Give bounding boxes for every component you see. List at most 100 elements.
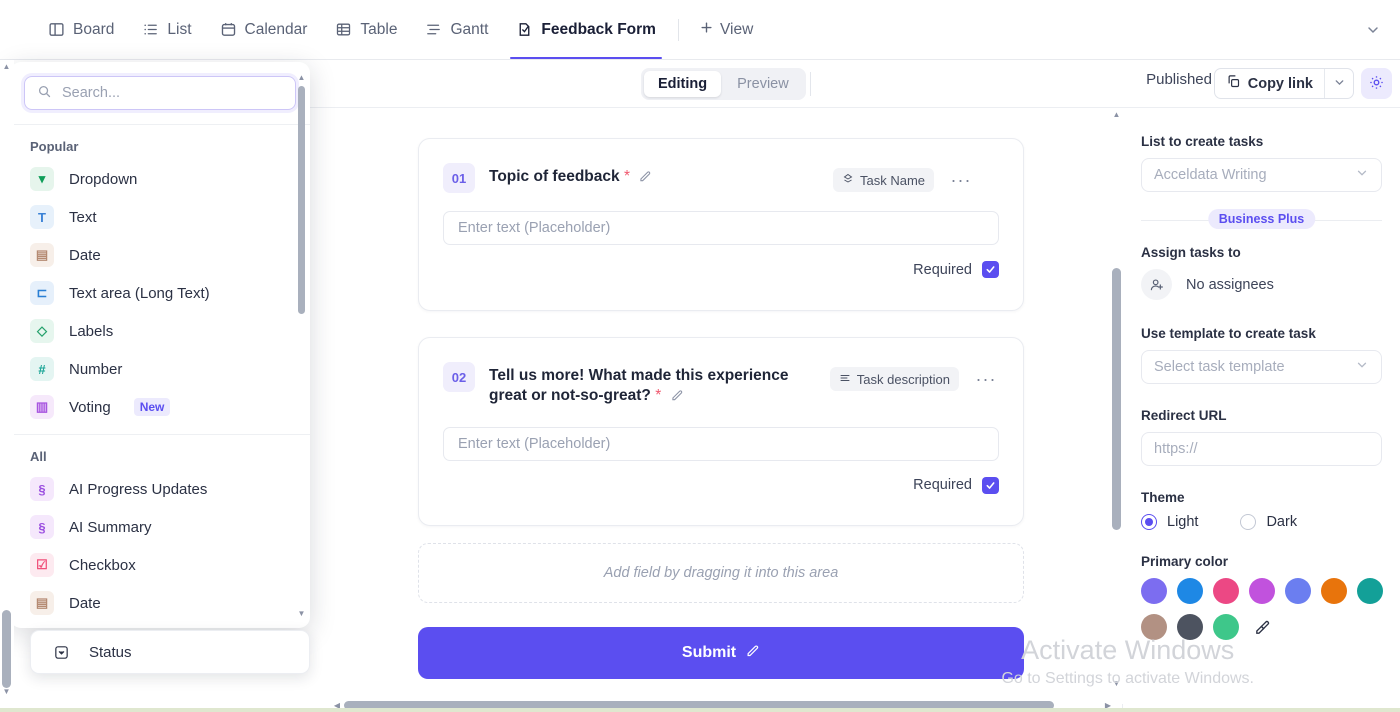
- redirect-url-input[interactable]: https://: [1141, 432, 1382, 466]
- view-tab-board[interactable]: Board: [34, 0, 128, 59]
- field-type-item[interactable]: §AI Summary: [10, 508, 310, 546]
- color-swatch[interactable]: [1213, 614, 1239, 640]
- view-tab-feedback-form[interactable]: Feedback Form: [502, 0, 670, 59]
- required-label: Required: [913, 262, 972, 278]
- view-tab-calendar[interactable]: Calendar: [206, 0, 322, 59]
- required-row: Required: [419, 461, 1023, 494]
- copy-link-label: Copy link: [1248, 76, 1313, 92]
- copy-link-dropdown-button[interactable]: [1325, 69, 1353, 98]
- field-type-label: Checkbox: [69, 557, 136, 574]
- field-type-list: Popular▾DropdownTText▤Date⊏Text area (Lo…: [10, 125, 310, 622]
- list-to-create-tasks-select[interactable]: Acceldata Writing: [1141, 158, 1382, 192]
- scroll-up-arrow-icon[interactable]: ▲: [297, 72, 306, 82]
- color-swatch[interactable]: [1285, 578, 1311, 604]
- form-canvas: 01 Topic of feedback * Task Name ···: [330, 108, 1115, 686]
- field-type-label: AI Progress Updates: [69, 481, 207, 498]
- color-swatch[interactable]: [1249, 578, 1275, 604]
- more-options-icon[interactable]: ···: [973, 366, 999, 392]
- field-type-item[interactable]: ☑Checkbox: [10, 546, 310, 584]
- field-dropzone[interactable]: Add field by dragging it into this area: [418, 543, 1024, 603]
- color-swatch[interactable]: [1177, 614, 1203, 640]
- number-icon: #: [30, 357, 54, 381]
- dragging-field-label: Status: [89, 644, 132, 661]
- color-swatch[interactable]: [1177, 578, 1203, 604]
- eyedropper-icon[interactable]: [1249, 614, 1275, 640]
- pencil-icon[interactable]: [638, 169, 652, 189]
- list-to-create-tasks-label: List to create tasks: [1141, 134, 1382, 149]
- color-swatch[interactable]: [1321, 578, 1347, 604]
- scroll-down-arrow-icon[interactable]: ▼: [297, 608, 306, 618]
- color-swatch[interactable]: [1213, 578, 1239, 604]
- labels-icon: ◇: [30, 319, 54, 343]
- field-picker-scrollbar[interactable]: ▲ ▼: [297, 72, 306, 618]
- required-label: Required: [913, 477, 972, 493]
- color-swatch[interactable]: [1141, 578, 1167, 604]
- copy-icon: [1226, 74, 1241, 93]
- field-type-label: Text area (Long Text): [69, 285, 210, 302]
- scrollbar-thumb[interactable]: [298, 86, 305, 314]
- dragging-field-card[interactable]: Status: [30, 630, 310, 674]
- field-type-item[interactable]: ▤Date: [10, 584, 310, 622]
- tab-preview[interactable]: Preview: [723, 71, 803, 97]
- required-checkbox[interactable]: [982, 261, 999, 278]
- view-tab-label: List: [167, 21, 191, 39]
- more-options-icon[interactable]: ···: [948, 167, 974, 193]
- collapse-toolbar-button[interactable]: [1360, 18, 1386, 44]
- view-tab-list[interactable]: List: [128, 0, 205, 59]
- view-tab-table[interactable]: Table: [321, 0, 411, 59]
- color-swatch[interactable]: [1141, 614, 1167, 640]
- field-mapping-chip[interactable]: Task description: [830, 367, 959, 391]
- text-icon: T: [30, 205, 54, 229]
- scrollbar-thumb[interactable]: [2, 610, 11, 688]
- form-field-card[interactable]: 01 Topic of feedback * Task Name ···: [418, 138, 1024, 311]
- scrollbar-thumb[interactable]: [1112, 268, 1121, 530]
- field-type-item[interactable]: ▤Date: [10, 236, 310, 274]
- radio-light-icon[interactable]: [1141, 514, 1157, 530]
- field-input-preview[interactable]: Enter text (Placeholder): [443, 427, 999, 461]
- assignee-row[interactable]: No assignees: [1141, 269, 1382, 300]
- search-input[interactable]: Search...: [24, 76, 296, 110]
- field-type-item[interactable]: #Number: [10, 350, 310, 388]
- tab-editing[interactable]: Editing: [644, 71, 721, 97]
- scroll-up-arrow-icon[interactable]: ▲: [1110, 108, 1123, 121]
- pencil-icon[interactable]: [745, 643, 760, 663]
- field-group-title: All: [10, 435, 310, 470]
- field-mapping-label: Task description: [857, 372, 950, 387]
- view-tab-label: Calendar: [245, 21, 308, 39]
- field-mapping-chip[interactable]: Task Name: [833, 168, 934, 192]
- required-row: Required: [419, 245, 1023, 278]
- task-template-select[interactable]: Select task template: [1141, 350, 1382, 384]
- field-type-item[interactable]: ▾Dropdown: [10, 160, 310, 198]
- radio-dark-icon[interactable]: [1240, 514, 1256, 530]
- page-scrollbar-vertical[interactable]: ▲ ▼: [0, 60, 13, 712]
- copy-link-button[interactable]: Copy link: [1215, 69, 1324, 98]
- field-title[interactable]: Topic of feedback *: [489, 163, 819, 189]
- field-type-item[interactable]: ◇Labels: [10, 312, 310, 350]
- color-swatch[interactable]: [1357, 578, 1383, 604]
- view-tab-gantt[interactable]: Gantt: [411, 0, 502, 59]
- theme-option-light[interactable]: Light: [1141, 514, 1198, 530]
- canvas-scrollbar-vertical[interactable]: ▲ ▼: [1110, 108, 1123, 704]
- bottom-strip: [0, 708, 1400, 712]
- required-checkbox[interactable]: [982, 477, 999, 494]
- field-type-item[interactable]: §AI Progress Updates: [10, 470, 310, 508]
- pencil-icon[interactable]: [670, 388, 684, 408]
- field-type-item[interactable]: ⊏Text area (Long Text): [10, 274, 310, 312]
- add-person-icon[interactable]: [1141, 269, 1172, 300]
- field-input-preview[interactable]: Enter text (Placeholder): [443, 211, 999, 245]
- field-type-item[interactable]: TText: [10, 198, 310, 236]
- field-type-item[interactable]: ▥VotingNew: [10, 388, 310, 426]
- add-view-button[interactable]: View: [687, 20, 765, 40]
- form-field-card[interactable]: 02 Tell us more! What made this experien…: [418, 337, 1024, 526]
- field-type-label: Dropdown: [69, 171, 137, 188]
- scroll-up-arrow-icon[interactable]: ▲: [0, 60, 13, 73]
- view-tab-label: Board: [73, 21, 114, 39]
- scroll-down-arrow-icon[interactable]: ▼: [1110, 677, 1123, 690]
- field-title[interactable]: Tell us more! What made this experience …: [489, 362, 816, 409]
- field-type-label: Date: [69, 595, 101, 612]
- form-settings-button[interactable]: [1361, 68, 1392, 99]
- search-placeholder: Search...: [62, 85, 120, 101]
- scroll-down-arrow-icon[interactable]: ▼: [0, 685, 13, 698]
- submit-button[interactable]: Submit: [418, 627, 1024, 679]
- theme-option-dark[interactable]: Dark: [1240, 514, 1297, 530]
